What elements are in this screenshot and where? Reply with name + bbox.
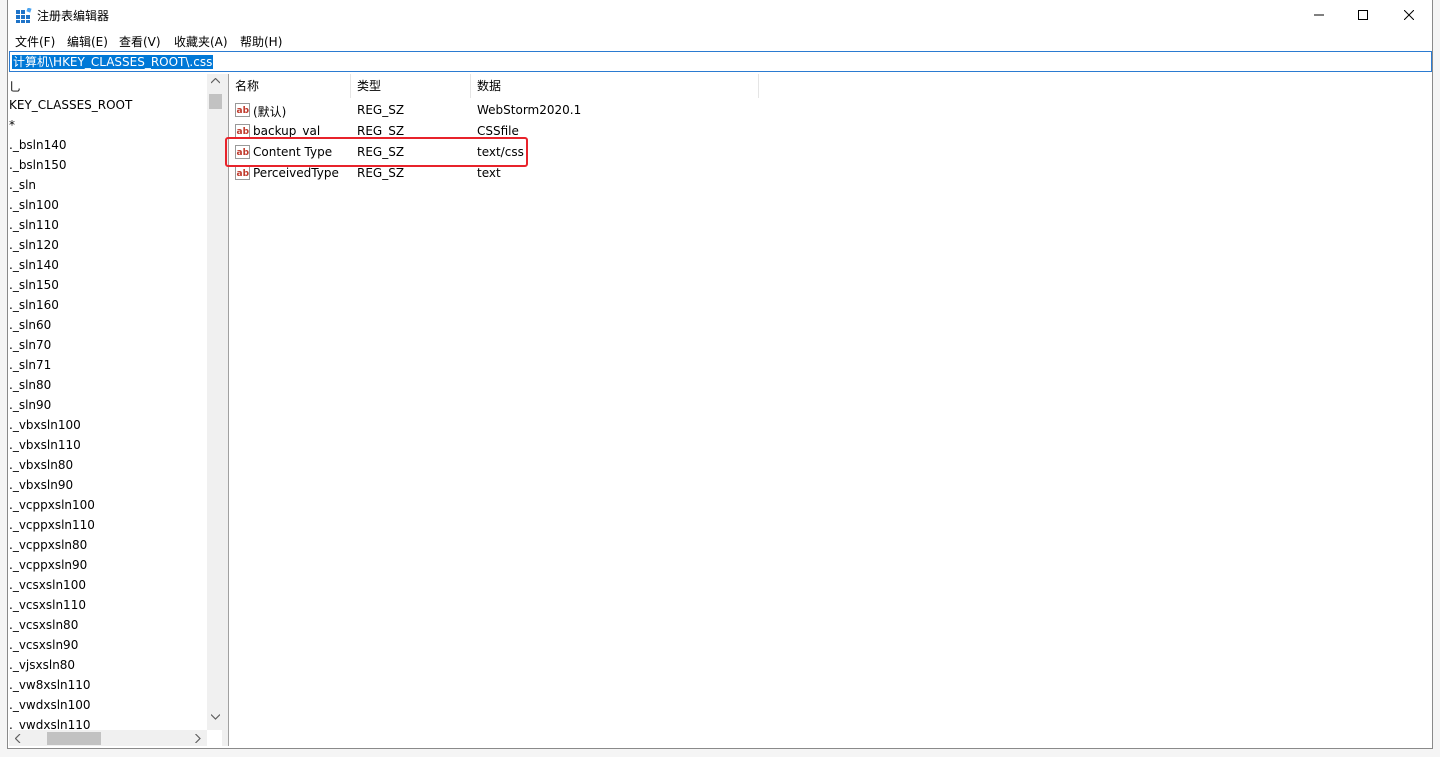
tree-item[interactable]: ._vcppxsln80 bbox=[9, 538, 87, 552]
tree-item[interactable]: ._sln70 bbox=[9, 338, 51, 352]
tree-item[interactable]: ._vcsxsln110 bbox=[9, 598, 86, 612]
value-type: REG_SZ bbox=[357, 124, 405, 138]
tree-item[interactable]: ._sln160 bbox=[9, 298, 59, 312]
tree-item-hkey-classes-root[interactable]: KEY_CLASSES_ROOT bbox=[9, 98, 132, 112]
value-name: PerceivedType bbox=[253, 166, 339, 180]
scroll-down-arrow-icon[interactable] bbox=[211, 714, 220, 720]
tree-horizontal-scrollbar[interactable] bbox=[9, 730, 207, 746]
close-button[interactable] bbox=[1386, 0, 1432, 30]
values-list: 名称 类型 数据 ab (默认) REG_SZ WebStorm2020.1 a… bbox=[228, 74, 1432, 746]
reg-sz-ab-icon: ab bbox=[235, 124, 250, 138]
column-header-name[interactable]: 名称 bbox=[229, 74, 351, 98]
tree-item[interactable]: ._vcppxsln110 bbox=[9, 518, 95, 532]
background-edge-bottom bbox=[0, 749, 1440, 757]
value-row[interactable]: ab (默认) REG_SZ WebStorm2020.1 bbox=[229, 100, 769, 121]
menu-favorites[interactable]: 收藏夹(A) bbox=[174, 33, 228, 50]
regedit-icon bbox=[16, 8, 32, 23]
reg-sz-ab-icon: ab bbox=[235, 166, 250, 180]
minimize-button[interactable] bbox=[1296, 0, 1342, 30]
menu-help[interactable]: 帮助(H) bbox=[240, 33, 282, 50]
column-header-data[interactable]: 数据 bbox=[471, 74, 759, 98]
svg-text:ab: ab bbox=[237, 127, 250, 137]
tree-item[interactable]: ._sln90 bbox=[9, 398, 51, 412]
address-bar[interactable]: 计算机\HKEY_CLASSES_ROOT\.css bbox=[9, 51, 1432, 72]
minimize-icon bbox=[1314, 14, 1324, 16]
menu-edit[interactable]: 编辑(E) bbox=[67, 33, 108, 50]
tree-item[interactable]: ._vjsxsln80 bbox=[9, 658, 75, 672]
tree-item[interactable]: ._vcsxsln90 bbox=[9, 638, 78, 652]
tree-item[interactable]: ._vwdxsln100 bbox=[9, 698, 91, 712]
tree-item[interactable]: ._vcppxsln90 bbox=[9, 558, 87, 572]
tree-item[interactable]: ._sln150 bbox=[9, 278, 59, 292]
horizontal-scroll-thumb[interactable] bbox=[47, 732, 101, 745]
scroll-up-arrow-icon[interactable] bbox=[211, 78, 220, 84]
background-edge-right bbox=[1433, 0, 1440, 757]
tree-item[interactable]: ._bsln150 bbox=[9, 158, 67, 172]
tree-item[interactable]: ._sln60 bbox=[9, 318, 51, 332]
tree-item[interactable]: ._vcsxsln100 bbox=[9, 578, 86, 592]
title-bar[interactable]: 注册表编辑器 bbox=[8, 0, 1432, 30]
tree-item[interactable]: ._vcppxsln100 bbox=[9, 498, 95, 512]
svg-text:ab: ab bbox=[237, 169, 250, 179]
column-header-type[interactable]: 类型 bbox=[351, 74, 471, 98]
tree-item[interactable]: 乚 bbox=[9, 78, 21, 95]
close-icon bbox=[1404, 10, 1414, 20]
tree-item[interactable]: ._vbxsln90 bbox=[9, 478, 73, 492]
vertical-scroll-thumb[interactable] bbox=[209, 94, 222, 109]
value-data: text bbox=[477, 166, 501, 180]
highlight-annotation-box bbox=[225, 137, 528, 167]
key-tree[interactable]: 乚 KEY_CLASSES_ROOT * ._bsln140 ._bsln150… bbox=[9, 74, 222, 746]
reg-sz-ab-icon: ab bbox=[235, 103, 250, 117]
scroll-right-arrow-icon[interactable] bbox=[195, 734, 201, 743]
maximize-icon bbox=[1358, 10, 1368, 20]
registry-editor-window: 注册表编辑器 文件(F) 编辑(E) 查看(V) 收藏夹(A) 帮助(H) 计算… bbox=[7, 0, 1433, 749]
value-data: CSSfile bbox=[477, 124, 519, 138]
svg-text:ab: ab bbox=[237, 106, 250, 116]
value-type: REG_SZ bbox=[357, 166, 405, 180]
tree-item[interactable]: ._vw8xsln110 bbox=[9, 678, 91, 692]
address-path[interactable]: 计算机\HKEY_CLASSES_ROOT\.css bbox=[12, 55, 214, 69]
tree-item[interactable]: ._sln100 bbox=[9, 198, 59, 212]
tree-item[interactable]: ._vbxsln80 bbox=[9, 458, 73, 472]
tree-vertical-scrollbar[interactable] bbox=[207, 74, 222, 730]
value-name: (默认) bbox=[253, 105, 287, 119]
tree-item[interactable]: * bbox=[9, 118, 15, 132]
tree-item[interactable]: ._sln bbox=[9, 178, 36, 192]
background-edge-left bbox=[0, 0, 7, 757]
tree-item[interactable]: ._vbxsln110 bbox=[9, 438, 81, 452]
tree-item[interactable]: ._sln80 bbox=[9, 378, 51, 392]
tree-item[interactable]: ._bsln140 bbox=[9, 138, 67, 152]
menu-bar: 文件(F) 编辑(E) 查看(V) 收藏夹(A) 帮助(H) bbox=[8, 30, 1432, 50]
tree-item[interactable]: ._vcsxsln80 bbox=[9, 618, 78, 632]
tree-item[interactable]: ._vbxsln100 bbox=[9, 418, 81, 432]
window-title: 注册表编辑器 bbox=[37, 9, 110, 23]
tree-item[interactable]: ._sln140 bbox=[9, 258, 59, 272]
menu-file[interactable]: 文件(F) bbox=[15, 33, 55, 50]
maximize-button[interactable] bbox=[1340, 0, 1386, 30]
menu-view[interactable]: 查看(V) bbox=[119, 33, 161, 50]
value-type: REG_SZ bbox=[357, 103, 405, 117]
tree-item[interactable]: ._sln120 bbox=[9, 238, 59, 252]
value-data: WebStorm2020.1 bbox=[477, 103, 582, 117]
tree-item[interactable]: ._sln71 bbox=[9, 358, 51, 372]
tree-item[interactable]: ._sln110 bbox=[9, 218, 59, 232]
value-name: backup_val bbox=[253, 124, 321, 138]
scroll-left-arrow-icon[interactable] bbox=[15, 734, 21, 743]
